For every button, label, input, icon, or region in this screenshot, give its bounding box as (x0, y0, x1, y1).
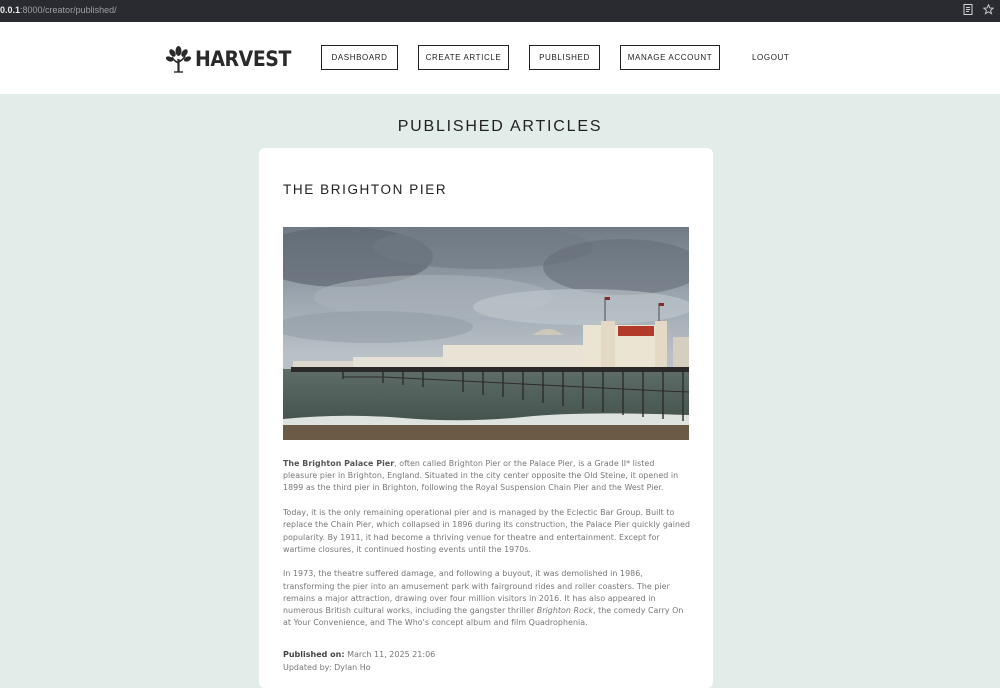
harvest-logo[interactable]: HARVEST (166, 45, 302, 73)
nav-logout-link[interactable]: LOGOUT (752, 53, 789, 62)
logo-text: HARVEST (195, 47, 291, 71)
url-host: 0.0.1 (0, 5, 21, 15)
nav-create-article-button[interactable]: CREATE ARTICLE (418, 45, 509, 70)
article-subject-bold: The Brighton Palace Pier (283, 459, 395, 468)
published-label: Published on: (283, 650, 345, 659)
article-body: The Brighton Palace Pier, often called B… (283, 458, 691, 642)
updated-label: Updated by: (283, 662, 332, 672)
page-title: PUBLISHED ARTICLES (397, 118, 603, 135)
nav-dashboard-button[interactable]: DASHBOARD (321, 45, 398, 70)
bookmark-star-icon[interactable] (982, 3, 994, 16)
article-paragraph-2: Today, it is the only remaining operatio… (283, 508, 691, 554)
article-italic-title: Brighton Rock (536, 606, 593, 616)
tree-logo-icon (166, 46, 191, 73)
url-path: :8000/creator/published/ (20, 5, 117, 15)
nav-manage-account-button[interactable]: MANAGE ACCOUNT (620, 45, 720, 70)
article-image (283, 227, 689, 440)
url-text[interactable]: 0.0.1:8000/creator/published/ (0, 5, 117, 15)
reader-mode-icon[interactable] (962, 4, 974, 16)
article-meta: Published on: March 11, 2025 21:06 Updat… (283, 649, 691, 674)
article-paragraph-1: The Brighton Palace Pier, often called B… (283, 458, 691, 495)
article-paragraph-3: In 1973, the theatre suffered damage, an… (283, 568, 691, 629)
updated-by-name: Dylan Ho (334, 662, 371, 672)
nav-published-button[interactable]: PUBLISHED (529, 45, 600, 70)
article-card: THE BRIGHTON PIER The Brighton Palace Pi… (259, 148, 713, 688)
published-on-row: Published on: March 11, 2025 21:06 (283, 649, 691, 662)
browser-url-bar[interactable]: 0.0.1:8000/creator/published/ (0, 0, 1000, 23)
published-date: March 11, 2025 21:06 (347, 650, 436, 659)
article-title: THE BRIGHTON PIER (283, 182, 448, 197)
site-header: HARVEST DASHBOARD CREATE ARTICLE PUBLISH… (0, 22, 1000, 94)
updated-by-row: Updated by: Dylan Ho (283, 662, 691, 675)
